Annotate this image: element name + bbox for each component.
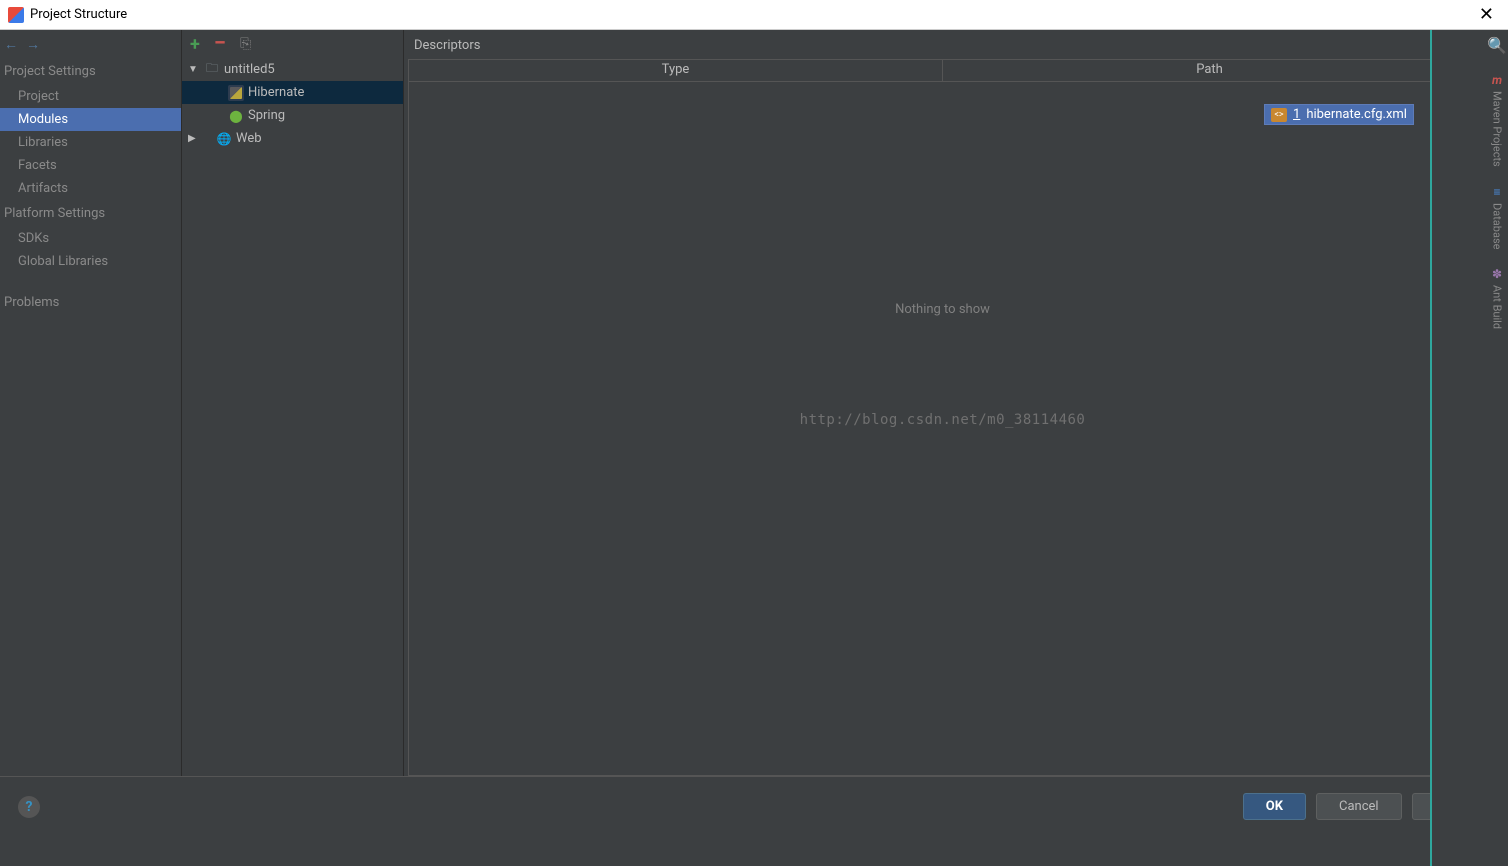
popup-label: hibernate.cfg.xml <box>1306 107 1407 122</box>
nav-toolbar: ← → <box>0 30 181 58</box>
content-panel: Descriptors Type Path Nothing to show ht… <box>404 30 1508 776</box>
window-title: Project Structure <box>30 7 127 22</box>
spring-icon: ⬤ <box>228 108 244 124</box>
nav-artifacts[interactable]: Artifacts <box>0 177 181 200</box>
expand-icon[interactable]: ▼ <box>188 64 200 75</box>
nav-modules[interactable]: Modules <box>0 108 181 131</box>
tree-spring[interactable]: ▶ ⬤ Spring <box>182 104 403 127</box>
tree-spring-label: Spring <box>248 108 285 123</box>
tree-root-label: untitled5 <box>224 62 275 77</box>
tree-web[interactable]: ▶ 🌐 Web <box>182 127 403 150</box>
col-path[interactable]: Path <box>943 60 1476 81</box>
database-icon: ≡ <box>1494 185 1501 199</box>
maven-icon: m <box>1492 73 1502 87</box>
ok-button[interactable]: OK <box>1243 793 1306 820</box>
nav-facets[interactable]: Facets <box>0 154 181 177</box>
nav-libraries[interactable]: Libraries <box>0 131 181 154</box>
remove-module-icon[interactable]: − <box>214 37 226 51</box>
platform-settings-header: Platform Settings <box>0 200 181 227</box>
watermark: http://blog.csdn.net/m0_38114460 <box>800 412 1086 428</box>
xml-file-icon: <> <box>1271 108 1287 122</box>
module-toolbar: + − ⎘ <box>182 30 403 58</box>
tree-hibernate-label: Hibernate <box>248 85 304 100</box>
forward-icon[interactable]: → <box>26 36 40 53</box>
col-type[interactable]: Type <box>409 60 943 81</box>
title-bar: Project Structure ✕ <box>0 0 1508 30</box>
search-icon[interactable]: 🔍 <box>1487 36 1507 55</box>
help-button[interactable]: ? <box>18 796 40 818</box>
tree-root[interactable]: ▼ 🗀 untitled5 <box>182 58 403 81</box>
ant-icon: ✽ <box>1492 267 1502 281</box>
cancel-button[interactable]: Cancel <box>1316 793 1402 820</box>
right-rail: 🔍 m Maven Projects ≡ Database ✽ Ant Buil… <box>1430 30 1508 866</box>
nav-global-libraries[interactable]: Global Libraries <box>0 250 181 273</box>
nav-project[interactable]: Project <box>0 85 181 108</box>
folder-icon: 🗀 <box>204 62 220 78</box>
database-tool-window[interactable]: ≡ Database <box>1491 185 1504 249</box>
maven-tool-window[interactable]: m Maven Projects <box>1491 73 1504 167</box>
project-settings-header: Project Settings <box>0 58 181 85</box>
completion-popup[interactable]: <> 1 hibernate.cfg.xml <box>1264 104 1414 125</box>
ant-tool-window[interactable]: ✽ Ant Build <box>1491 267 1504 329</box>
add-module-icon[interactable]: + <box>190 34 200 55</box>
close-icon[interactable]: ✕ <box>1473 4 1500 25</box>
nav-problems[interactable]: Problems <box>0 291 181 314</box>
hibernate-icon <box>228 85 244 101</box>
app-icon <box>8 7 24 23</box>
empty-message: Nothing to show <box>895 302 990 317</box>
copy-module-icon[interactable]: ⎘ <box>240 36 251 52</box>
descriptors-label: Descriptors <box>408 30 1504 59</box>
footer: ? OK Cancel Apply <box>0 776 1508 836</box>
module-tree: ▼ 🗀 untitled5 ▶ Hibernate ▶ ⬤ Spring ▶ 🌐… <box>182 58 403 150</box>
tree-web-label: Web <box>236 131 262 146</box>
nav-sdks[interactable]: SDKs <box>0 227 181 250</box>
expand-icon[interactable]: ▶ <box>188 133 200 144</box>
tree-hibernate[interactable]: ▶ Hibernate <box>182 81 403 104</box>
back-icon[interactable]: ← <box>4 36 18 53</box>
popup-index: 1 <box>1293 107 1300 122</box>
module-panel: + − ⎘ ▼ 🗀 untitled5 ▶ Hibernate ▶ ⬤ Spri… <box>182 30 404 776</box>
left-sidebar: ← → Project Settings Project Modules Lib… <box>0 30 182 776</box>
web-icon: 🌐 <box>216 131 232 147</box>
descriptors-table: Type Path Nothing to show http://blog.cs… <box>408 59 1476 776</box>
